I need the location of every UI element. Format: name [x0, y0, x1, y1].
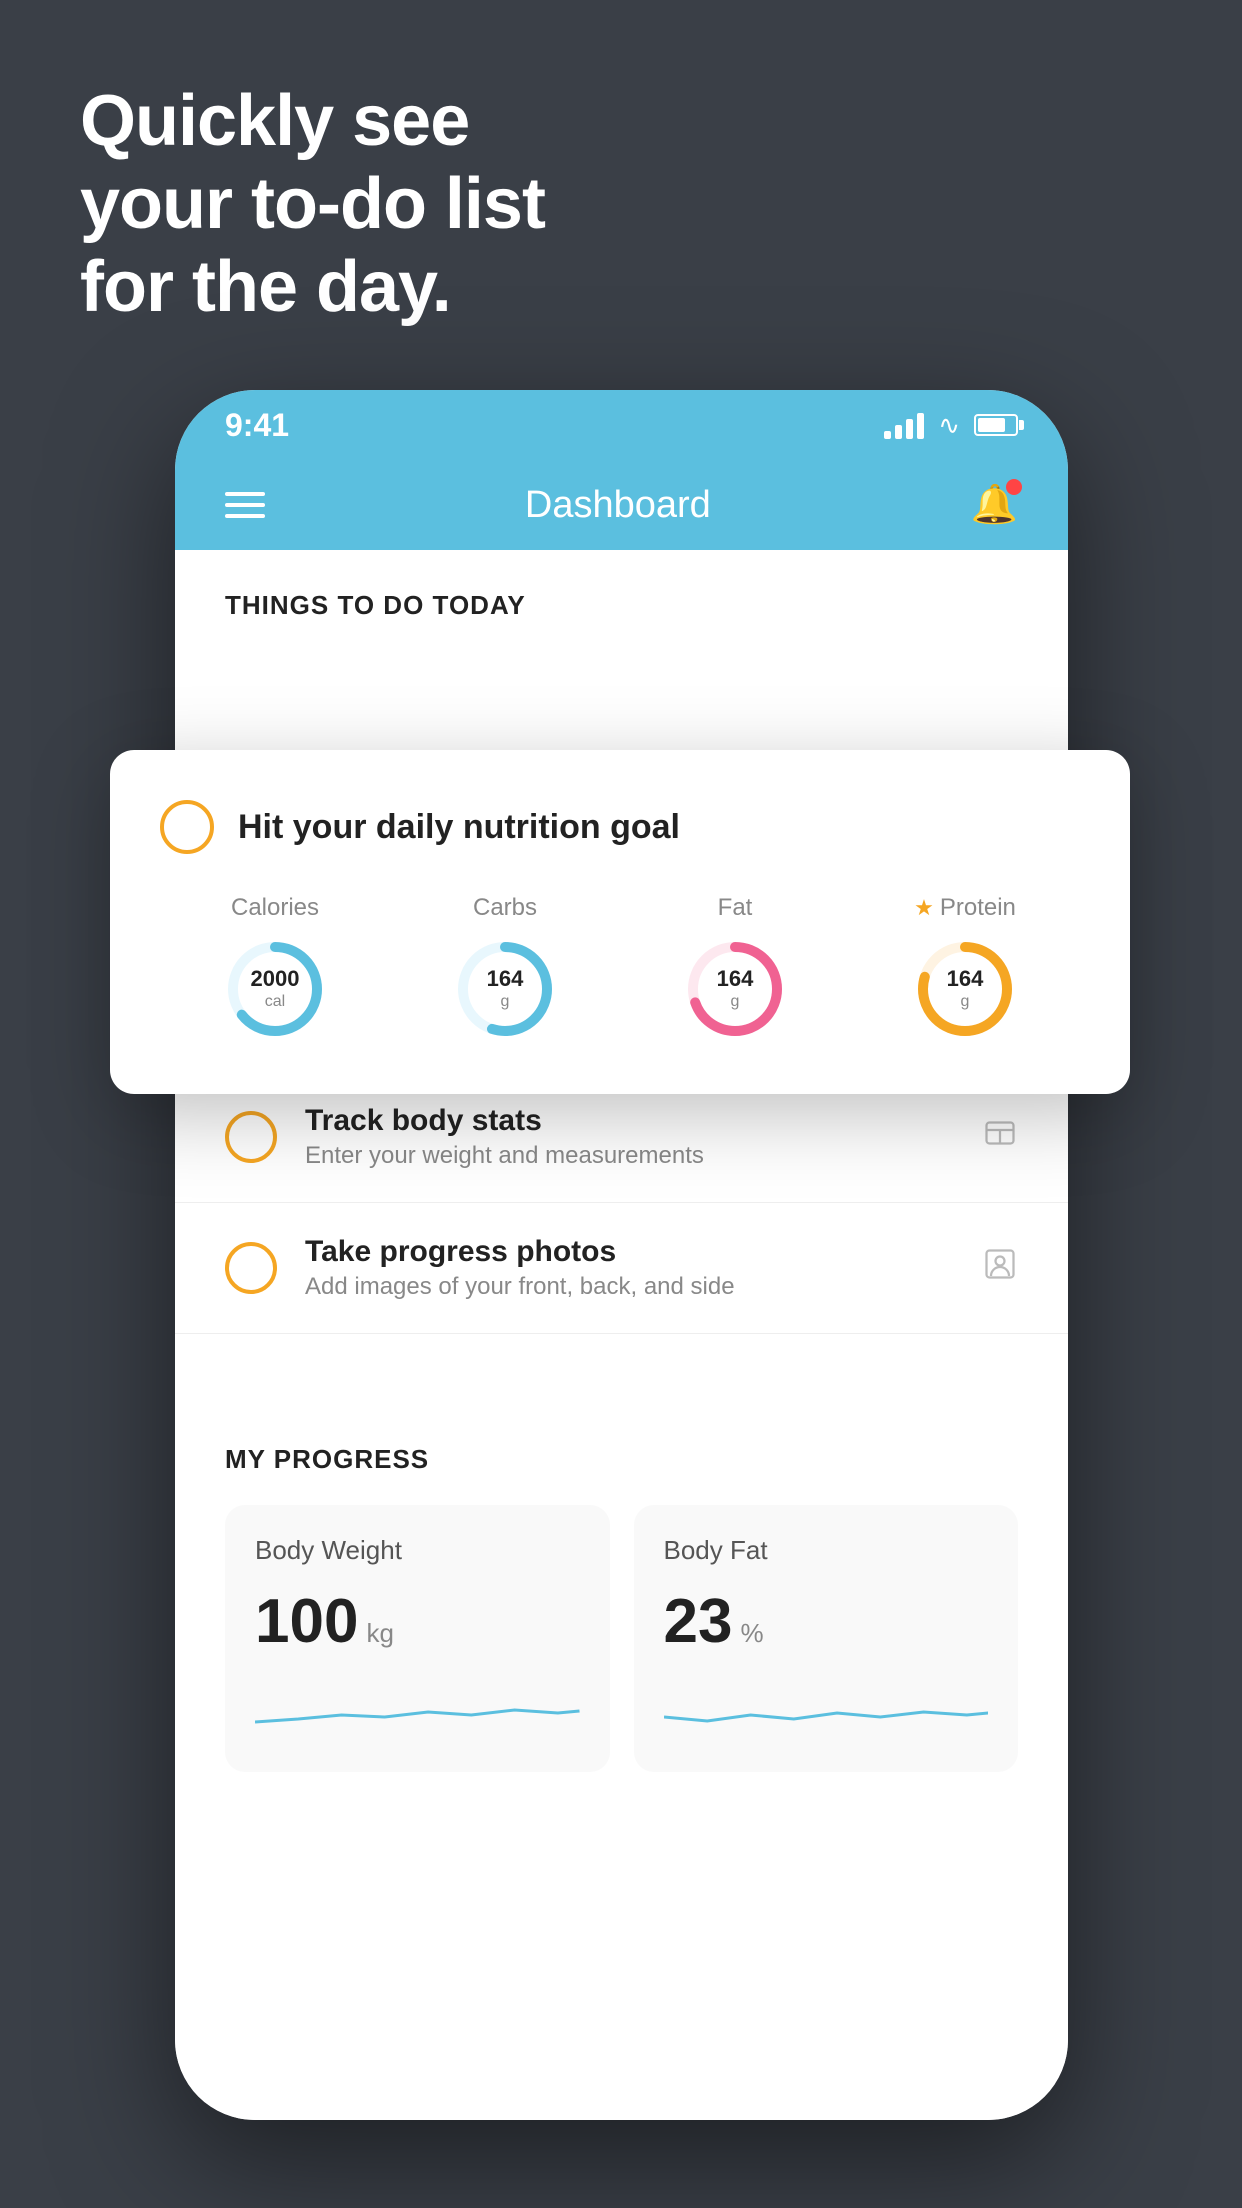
todo-circle-body-stats — [225, 1111, 277, 1163]
todo-subtitle-body-stats: Enter your weight and measurements — [305, 1142, 954, 1170]
nutrition-calories: Calories 2000 cal — [220, 894, 330, 1044]
nav-title: Dashboard — [525, 484, 711, 527]
fat-label: Fat — [718, 894, 753, 922]
card-title-row: Hit your daily nutrition goal — [160, 800, 1080, 854]
protein-label: ★ Protein — [914, 894, 1016, 922]
protein-star-icon: ★ — [914, 895, 934, 921]
protein-chart: 164 g — [910, 934, 1020, 1044]
phone-frame: 9:41 ∿ Dashboard 🔔 THINGS TO DO TODA — [175, 390, 1068, 2120]
todo-subtitle-photos: Add images of your front, back, and side — [305, 1273, 954, 1301]
body-fat-unit: % — [740, 1618, 763, 1649]
body-weight-card[interactable]: Body Weight 100 kg — [225, 1505, 610, 1772]
progress-section: MY PROGRESS Body Weight 100 kg — [175, 1394, 1068, 1802]
notification-bell-icon[interactable]: 🔔 — [971, 483, 1018, 527]
hero-line-1: Quickly see — [80, 80, 545, 163]
section-header: THINGS TO DO TODAY — [175, 550, 1068, 641]
body-weight-chart — [255, 1677, 580, 1737]
body-fat-card[interactable]: Body Fat 23 % — [634, 1505, 1019, 1772]
nav-bar: Dashboard 🔔 — [175, 460, 1068, 550]
status-time: 9:41 — [225, 407, 289, 444]
hamburger-menu-icon[interactable] — [225, 492, 265, 518]
todo-item-photos[interactable]: Take progress photos Add images of your … — [175, 1203, 1068, 1334]
hero-text: Quickly see your to-do list for the day. — [80, 80, 545, 328]
person-icon — [982, 1246, 1018, 1291]
todo-circle-photos — [225, 1242, 277, 1294]
signal-icon — [884, 411, 924, 439]
carbs-label: Carbs — [473, 894, 537, 922]
nutrition-carbs: Carbs 164 g — [450, 894, 560, 1044]
body-weight-label: Body Weight — [255, 1535, 580, 1566]
nutrition-row: Calories 2000 cal Carbs — [160, 894, 1080, 1044]
body-fat-chart — [664, 1677, 989, 1737]
hero-line-3: for the day. — [80, 246, 545, 329]
calories-chart: 2000 cal — [220, 934, 330, 1044]
body-fat-value: 23 — [664, 1586, 733, 1657]
battery-icon — [974, 414, 1018, 436]
body-weight-value-row: 100 kg — [255, 1586, 580, 1657]
todo-text-body-stats: Track body stats Enter your weight and m… — [305, 1104, 954, 1170]
todo-title-photos: Take progress photos — [305, 1235, 954, 1269]
hero-line-2: your to-do list — [80, 163, 545, 246]
status-bar: 9:41 ∿ — [175, 390, 1068, 460]
wifi-icon: ∿ — [938, 410, 960, 441]
todo-text-photos: Take progress photos Add images of your … — [305, 1235, 954, 1301]
nutrition-check-circle[interactable] — [160, 800, 214, 854]
status-icons: ∿ — [884, 410, 1018, 441]
notification-dot — [1006, 479, 1022, 495]
fat-chart: 164 g — [680, 934, 790, 1044]
nutrition-card-title: Hit your daily nutrition goal — [238, 808, 680, 847]
body-fat-value-row: 23 % — [664, 1586, 989, 1657]
nutrition-card: Hit your daily nutrition goal Calories 2… — [110, 750, 1130, 1094]
carbs-chart: 164 g — [450, 934, 560, 1044]
calories-label: Calories — [231, 894, 319, 922]
body-weight-unit: kg — [366, 1618, 393, 1649]
nutrition-protein: ★ Protein 164 g — [910, 894, 1020, 1044]
body-fat-label: Body Fat — [664, 1535, 989, 1566]
todo-title-body-stats: Track body stats — [305, 1104, 954, 1138]
scale-icon — [982, 1115, 1018, 1160]
progress-cards: Body Weight 100 kg Body Fat 23 — [225, 1505, 1018, 1772]
body-weight-value: 100 — [255, 1586, 358, 1657]
progress-title: MY PROGRESS — [225, 1444, 1018, 1475]
nutrition-fat: Fat 164 g — [680, 894, 790, 1044]
